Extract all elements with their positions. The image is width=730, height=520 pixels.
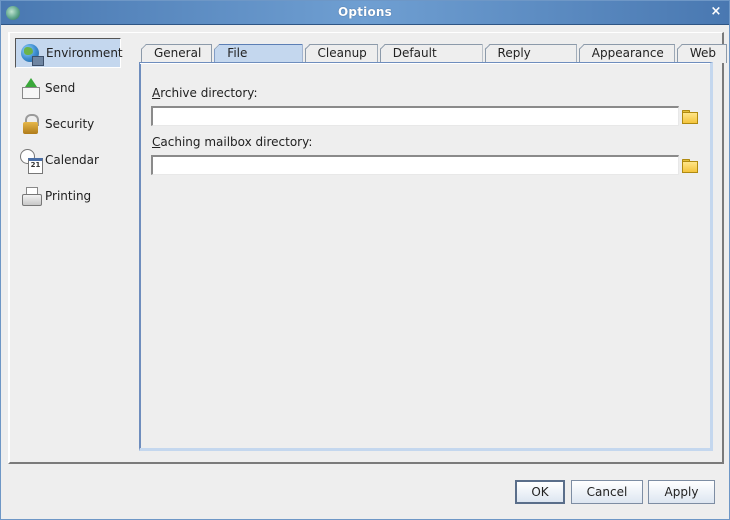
globe-computer-icon (21, 44, 44, 66)
tab-label: Web (689, 46, 716, 60)
sidebar-item-label: Printing (45, 188, 92, 203)
sidebar-item-environment[interactable]: Environment (15, 38, 123, 68)
archive-directory-label: Archive directory: (152, 86, 258, 100)
sidebar-item-label: Calendar (45, 152, 99, 167)
tab-label: Appearance (591, 46, 664, 60)
caching-directory-label: Caching mailbox directory: (152, 135, 312, 149)
sidebar-item-label: Environment (46, 46, 123, 60)
file-location-panel: Archive directory: Caching mailbox direc… (139, 62, 713, 451)
caching-directory-input[interactable] (151, 155, 679, 175)
send-mail-icon (20, 77, 42, 99)
lock-icon (20, 113, 42, 135)
archive-directory-input[interactable] (151, 106, 679, 126)
caching-browse-folder-icon[interactable] (681, 158, 698, 173)
sidebar-item-label: Security (45, 116, 95, 131)
sidebar-item-security[interactable]: Security (15, 107, 127, 140)
cancel-button[interactable]: Cancel (571, 480, 643, 504)
tab-cleanup[interactable]: Cleanup (304, 44, 378, 63)
tab-web[interactable]: Web (676, 44, 727, 63)
apply-button[interactable]: Apply (648, 480, 715, 504)
sidebar-item-label: Send (45, 80, 76, 95)
tab-default-actions[interactable]: Default Actions (379, 44, 483, 63)
tab-general[interactable]: General (141, 44, 213, 63)
tab-strip: General File Location Cleanup Default Ac… (141, 44, 729, 64)
archive-browse-folder-icon[interactable] (681, 109, 698, 124)
options-dialog: Options × Environment Send Security Cale… (0, 0, 730, 520)
tab-appearance[interactable]: Appearance (578, 44, 675, 63)
tab-label: General (154, 46, 202, 60)
label-text: rchive directory: (160, 86, 258, 100)
sidebar-item-send[interactable]: Send (15, 71, 127, 104)
label-text: aching mailbox directory: (160, 135, 313, 149)
tab-reply-format[interactable]: Reply Format (484, 44, 577, 63)
title-bar[interactable]: Options × (1, 1, 729, 25)
tab-file-location[interactable]: File Location (214, 44, 303, 64)
category-sidebar: Environment Send Security Calendar Print… (15, 37, 127, 215)
tab-label: Cleanup (317, 46, 367, 60)
window-title: Options (338, 5, 392, 19)
ok-button[interactable]: OK (515, 480, 565, 504)
printer-icon (20, 185, 42, 207)
mnemonic: A (152, 86, 161, 100)
calendar-clock-icon (20, 148, 43, 174)
sidebar-item-calendar[interactable]: Calendar (15, 143, 127, 176)
close-button[interactable]: × (709, 4, 723, 20)
sidebar-item-printing[interactable]: Printing (15, 179, 127, 212)
